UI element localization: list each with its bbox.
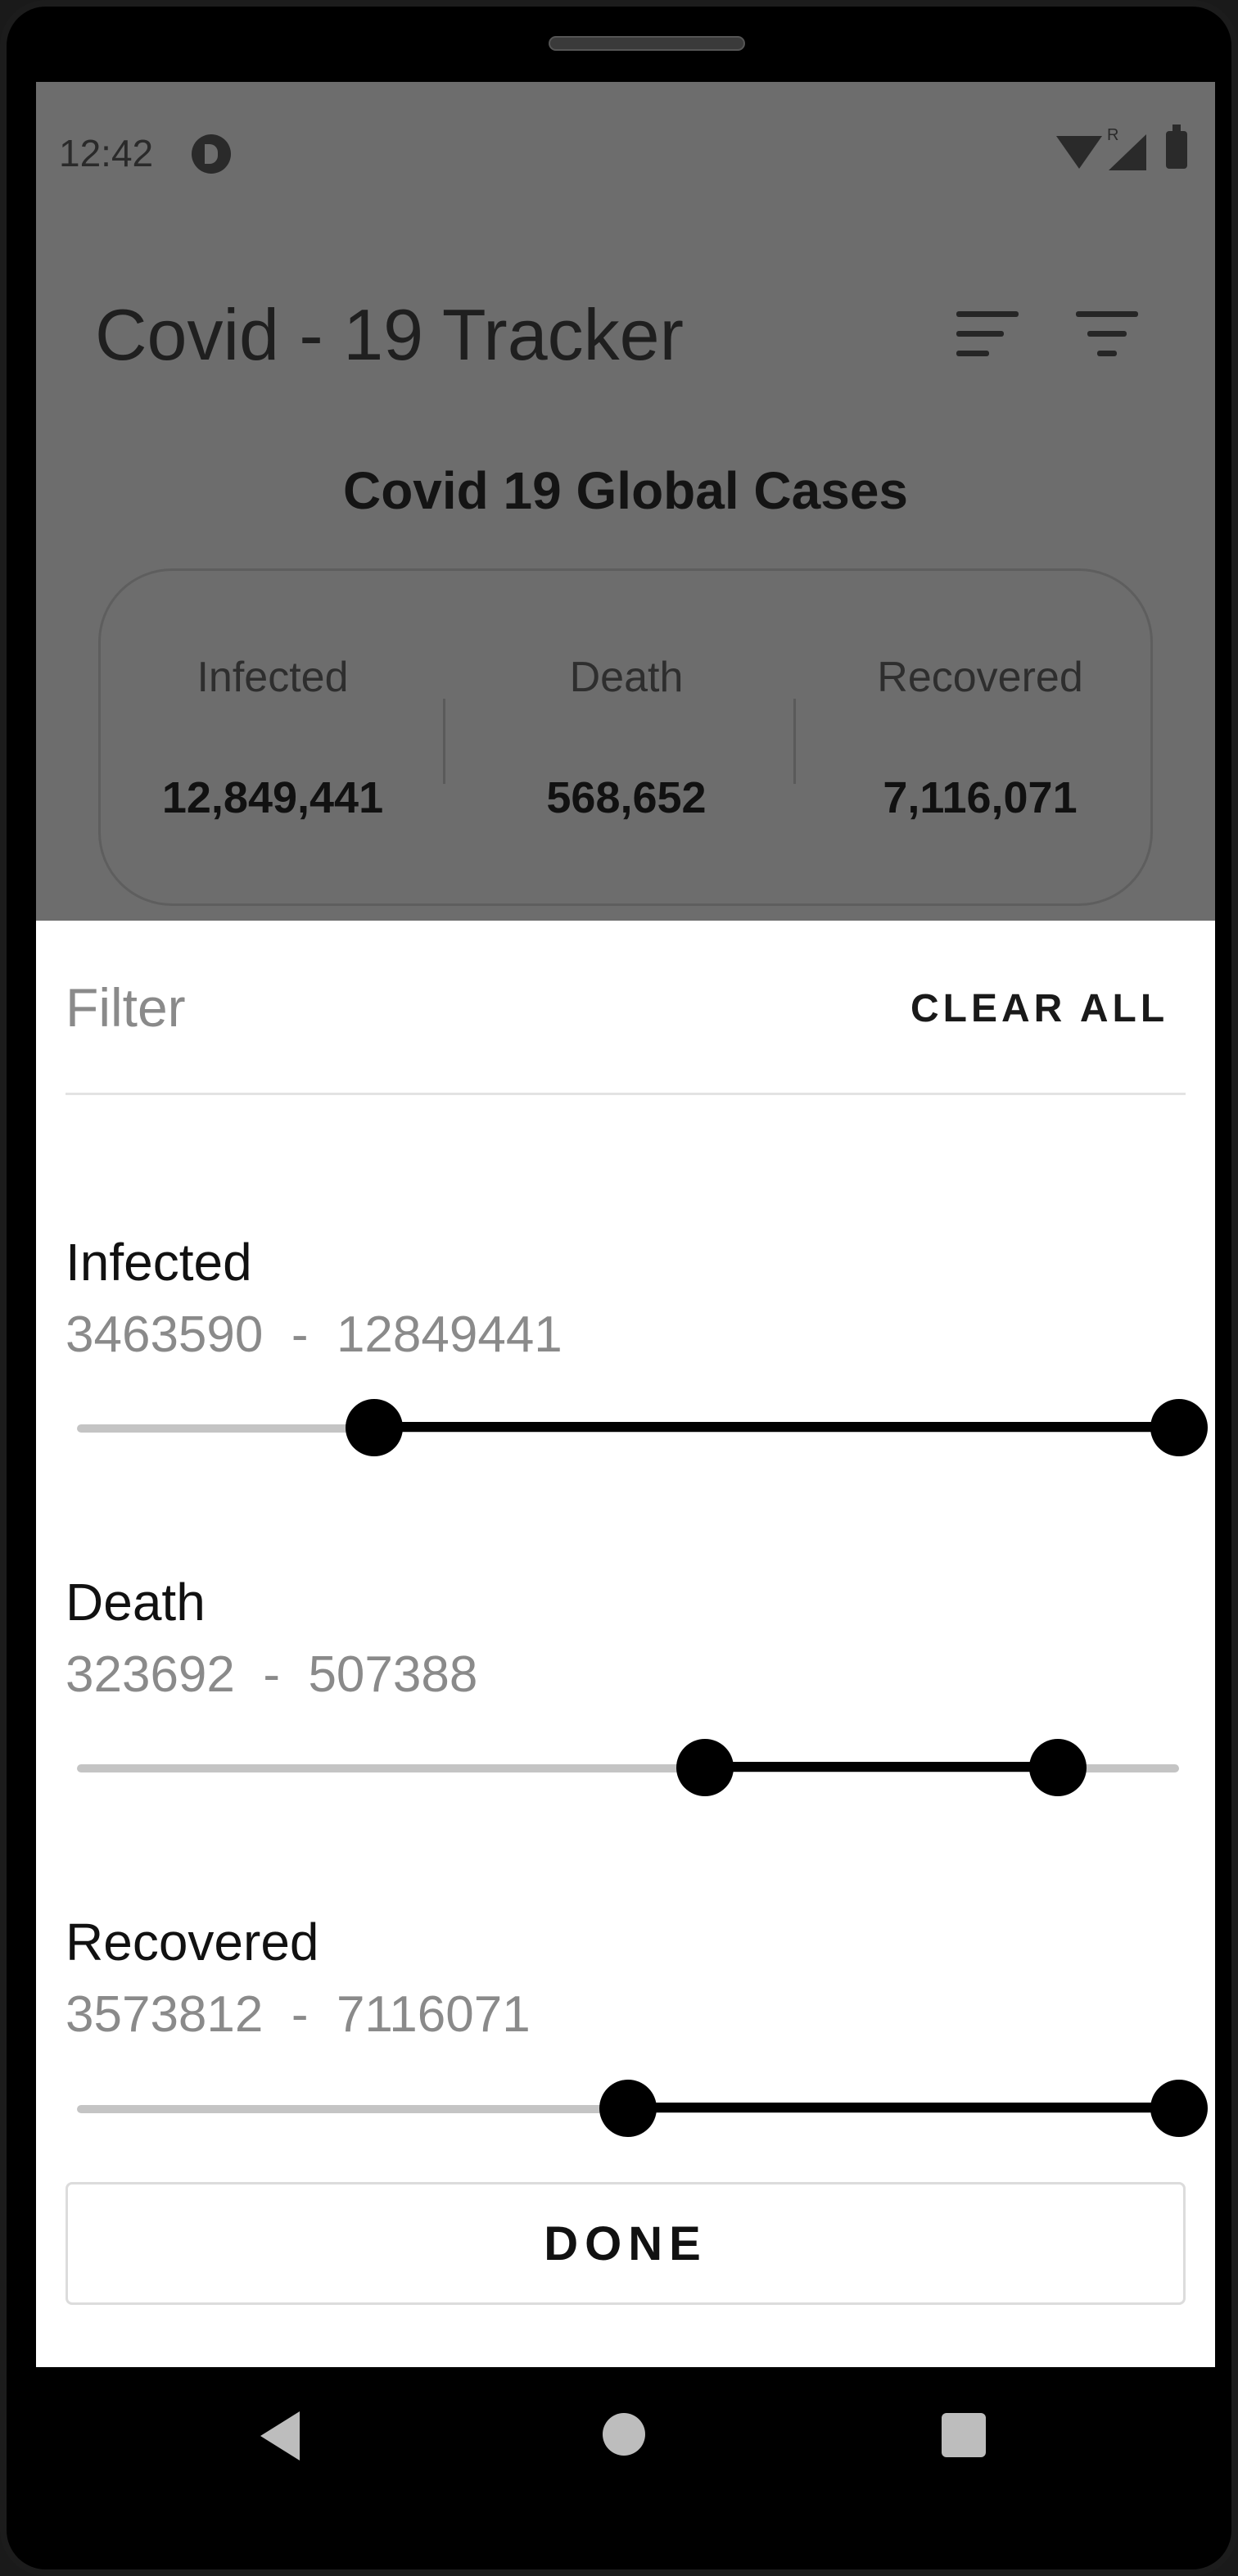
device-bezel: 12:42 R Covid - 19 Tracker Covid 19 Glob… — [7, 7, 1231, 2569]
earpiece-speaker — [549, 36, 745, 51]
app-title: Covid - 19 Tracker — [95, 294, 684, 375]
slider-thumb-min[interactable] — [599, 2080, 657, 2137]
filter-recovered-range: 3573812 - 7116071 — [66, 1985, 531, 2044]
range-max: 507388 — [308, 1646, 478, 1703]
slider-active-range — [705, 1762, 1058, 1772]
slider-thumb-min[interactable] — [346, 1399, 404, 1456]
main-app-dimmed: 12:42 R Covid - 19 Tracker Covid 19 Glob… — [36, 82, 1215, 921]
sheet-divider — [66, 1093, 1186, 1095]
device-frame: 12:42 R Covid - 19 Tracker Covid 19 Glob… — [0, 0, 1238, 2576]
filter-death-range: 323692 - 507388 — [66, 1646, 477, 1704]
battery-icon — [1166, 124, 1187, 169]
notification-app-icon — [192, 134, 231, 174]
filter-infected-range: 3463590 - 12849441 — [66, 1306, 563, 1364]
filter-recovered-slider[interactable] — [77, 2075, 1208, 2140]
filter-death-label: Death — [66, 1573, 206, 1632]
cell-signal-icon — [1109, 134, 1146, 170]
stat-divider — [793, 699, 796, 784]
filter-bottom-sheet: Filter CLEAR ALL Infected 3463590 - 1284… — [36, 921, 1215, 2367]
global-stats-card: Infected 12,849,441 Death 568,652 Recove… — [98, 568, 1153, 906]
stat-label: Death — [569, 654, 684, 701]
status-time: 12:42 — [59, 132, 154, 174]
range-max: 7116071 — [336, 1986, 531, 2043]
range-separator: - — [263, 1986, 337, 2043]
filter-infected-label: Infected — [66, 1233, 252, 1292]
filter-icon[interactable] — [1076, 311, 1141, 360]
filter-infected-slider[interactable] — [77, 1394, 1208, 1460]
stat-value: 568,652 — [546, 773, 707, 822]
range-separator: - — [234, 1646, 309, 1703]
filter-death-slider[interactable] — [77, 1734, 1179, 1800]
stat-divider — [443, 699, 445, 784]
stat-label: Infected — [197, 654, 349, 701]
slider-thumb-min[interactable] — [676, 1739, 734, 1796]
stat-death: Death 568,652 — [454, 571, 798, 908]
wifi-icon — [1056, 136, 1102, 169]
stat-value: 12,849,441 — [161, 773, 384, 822]
sort-icon[interactable] — [956, 311, 1022, 360]
range-min: 323692 — [66, 1646, 235, 1703]
recents-icon[interactable] — [942, 2413, 986, 2457]
slider-active-range — [374, 1422, 1179, 1432]
range-separator: - — [263, 1306, 337, 1363]
stat-label: Recovered — [877, 654, 1083, 701]
slider-thumb-max[interactable] — [1028, 1739, 1087, 1796]
range-min: 3463590 — [66, 1306, 264, 1363]
done-button[interactable]: DONE — [66, 2182, 1186, 2305]
range-min: 3573812 — [66, 1986, 264, 2043]
stat-value: 7,116,071 — [883, 773, 1078, 822]
stat-recovered: Recovered 7,116,071 — [808, 571, 1152, 908]
back-icon[interactable] — [260, 2411, 300, 2461]
screen: 12:42 R Covid - 19 Tracker Covid 19 Glob… — [36, 82, 1215, 2367]
status-bar: 12:42 R — [36, 82, 1215, 229]
slider-thumb-max[interactable] — [1150, 1399, 1208, 1456]
stat-infected: Infected 12,849,441 — [101, 571, 445, 908]
global-cases-title: Covid 19 Global Cases — [342, 461, 909, 520]
clear-all-button[interactable]: CLEAR ALL — [910, 986, 1168, 1031]
slider-active-range — [628, 2103, 1179, 2112]
range-max: 12849441 — [336, 1306, 563, 1363]
slider-thumb-max[interactable] — [1150, 2080, 1208, 2137]
system-navigation-bar — [36, 2367, 1215, 2501]
filter-recovered-label: Recovered — [66, 1913, 319, 1972]
filter-sheet-title: Filter — [66, 977, 186, 1038]
home-icon[interactable] — [603, 2413, 645, 2456]
